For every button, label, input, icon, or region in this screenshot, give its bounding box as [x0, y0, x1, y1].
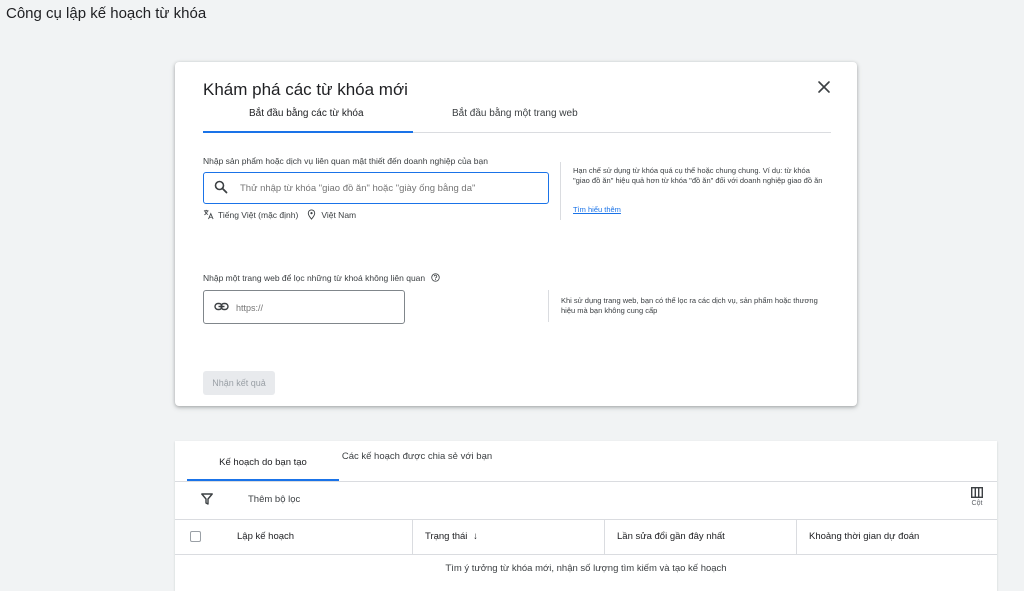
- divider: [560, 162, 561, 220]
- language-selector[interactable]: Tiếng Việt (mặc định): [218, 210, 298, 220]
- website-input-label-text: Nhập một trang web để lọc những từ khoá …: [203, 273, 426, 283]
- search-icon: [214, 180, 228, 194]
- location-pin-icon: [308, 209, 316, 220]
- plans-tabs: Kế hoạch do bạn tạo Các kế hoạch được ch…: [175, 441, 997, 482]
- tab-my-plans[interactable]: Kế hoạch do bạn tạo: [187, 457, 339, 468]
- plans-panel: Kế hoạch do bạn tạo Các kế hoạch được ch…: [175, 441, 997, 591]
- keywords-input[interactable]: [238, 178, 542, 198]
- sort-arrow-icon: ↓: [473, 531, 478, 542]
- discover-keywords-dialog: Khám phá các từ khóa mới Bắt đầu bằng cá…: [175, 62, 857, 406]
- location-selector[interactable]: Việt Nam: [321, 210, 356, 220]
- dialog-title: Khám phá các từ khóa mới: [203, 80, 408, 99]
- start-mode-tabs: Bắt đầu bằng các từ khóa Bắt đầu bằng mộ…: [203, 102, 831, 133]
- keywords-input-label: Nhập sản phẩm hoặc dịch vụ liên quan mật…: [203, 156, 488, 166]
- link-icon: [214, 302, 229, 311]
- website-url-box[interactable]: [203, 290, 405, 324]
- keywords-tip-text: Hạn chế sử dụng từ khóa quá cụ thể hoặc …: [573, 166, 823, 185]
- filter-bar: Thêm bộ lọc Cột: [175, 481, 997, 520]
- help-icon[interactable]: [430, 273, 440, 282]
- get-results-button[interactable]: Nhận kết quả: [203, 371, 275, 395]
- active-tab-indicator: [203, 131, 413, 133]
- close-button[interactable]: [815, 78, 833, 96]
- header-forecast-period[interactable]: Khoảng thời gian dự đoán: [796, 519, 997, 554]
- website-input-label: Nhập một trang web để lọc những từ khoá …: [203, 273, 440, 283]
- keywords-tip: Hạn chế sử dụng từ khóa quá cụ thể hoặc …: [573, 166, 823, 186]
- empty-state-message: Tìm ý tưởng từ khóa mới, nhận số lượng t…: [445, 563, 727, 574]
- columns-button[interactable]: Cột: [969, 487, 985, 507]
- targeting-row: Tiếng Việt (mặc định) Việt Nam: [203, 209, 356, 220]
- page-title: Công cụ lập kế hoạch từ khóa: [6, 5, 207, 22]
- tab-shared-plans[interactable]: Các kế hoạch được chia sẻ với bạn: [337, 451, 497, 463]
- select-all-checkbox[interactable]: [190, 531, 201, 542]
- learn-more-link[interactable]: Tìm hiểu thêm: [573, 205, 621, 214]
- tab-start-with-website[interactable]: Bắt đầu bằng một trang web: [452, 108, 578, 119]
- filter-icon[interactable]: [201, 493, 213, 505]
- header-last-modified[interactable]: Lần sửa đổi gần đây nhất: [604, 519, 797, 554]
- close-icon: [818, 81, 830, 93]
- header-status[interactable]: Trạng thái ↓: [412, 519, 605, 554]
- divider: [548, 290, 549, 322]
- columns-label: Cột: [971, 500, 983, 507]
- translate-icon: [203, 209, 214, 220]
- website-tip: Khi sử dụng trang web, bạn có thể lọc ra…: [561, 296, 831, 316]
- tab-start-with-keywords[interactable]: Bắt đầu bằng các từ khóa: [249, 108, 364, 119]
- header-status-label: Trạng thái: [425, 531, 468, 542]
- website-tip-text: Khi sử dụng trang web, bạn có thể lọc ra…: [561, 296, 818, 315]
- header-plan[interactable]: Lập kế hoạch: [225, 519, 411, 554]
- add-filter-button[interactable]: Thêm bộ lọc: [248, 494, 300, 505]
- table-header-row: Lập kế hoạch Trạng thái ↓ Lần sửa đổi gầ…: [175, 519, 997, 555]
- columns-icon: [971, 487, 983, 498]
- keywords-search-box[interactable]: [203, 172, 549, 204]
- website-url-input[interactable]: [234, 299, 398, 317]
